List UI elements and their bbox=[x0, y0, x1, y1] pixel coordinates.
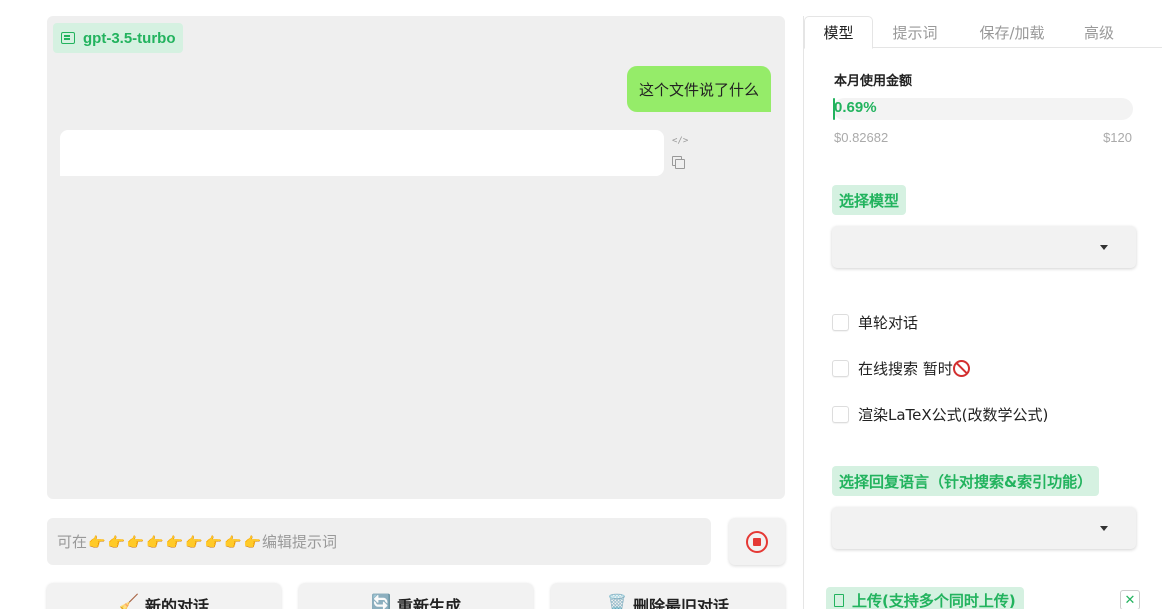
online-search-checkbox[interactable] bbox=[832, 359, 849, 377]
refresh-icon: 🔄 bbox=[371, 593, 391, 609]
new-chat-label: 新的对话 bbox=[144, 597, 209, 609]
chat-bubble-icon bbox=[61, 32, 75, 44]
chevron-down-icon bbox=[1100, 526, 1108, 531]
placeholder-suffix: 编辑提示词 bbox=[261, 533, 337, 551]
option-render-latex[interactable]: 渲染LaTeX公式(改数学公式) bbox=[832, 404, 1048, 424]
model-select-label: 选择模型 bbox=[832, 185, 907, 215]
stop-icon bbox=[746, 530, 768, 553]
render-latex-checkbox[interactable] bbox=[832, 405, 849, 423]
upload-label-text: 上传(支持多个同时上传) bbox=[852, 591, 1016, 609]
language-select-label: 选择回复语言（针对搜索&索引功能） bbox=[832, 466, 1100, 496]
settings-panel: 模型 提示词 保存/加载 高级 本月使用金额 0.69% $0.82682 $1… bbox=[803, 16, 1162, 609]
broom-icon: 🧹 bbox=[119, 593, 139, 609]
message-tools: </> bbox=[672, 134, 688, 169]
tab-bar: 模型 提示词 保存/加载 高级 bbox=[804, 16, 1162, 49]
usage-used: $0.82682 bbox=[834, 130, 889, 145]
prompt-input[interactable]: 可在 👉 👉 👉 👉 👉 👉 👉 👉 👉 编辑提示词 bbox=[47, 518, 711, 565]
option-single-turn[interactable]: 单轮对话 bbox=[832, 312, 918, 332]
usage-title: 本月使用金额 bbox=[834, 74, 913, 89]
tab-model[interactable]: 模型 bbox=[804, 16, 873, 49]
no-entry-icon bbox=[952, 359, 970, 377]
model-badge: gpt-3.5-turbo bbox=[53, 23, 184, 53]
copy-icon[interactable] bbox=[672, 156, 685, 169]
close-upload-button[interactable]: ✕ bbox=[1120, 590, 1140, 609]
render-latex-label: 渲染LaTeX公式(改数学公式) bbox=[858, 405, 1049, 424]
pointing-hand-icon: 👉 bbox=[146, 534, 164, 551]
regenerate-button[interactable]: 🔄 重新生成 bbox=[299, 583, 533, 609]
file-icon bbox=[834, 593, 844, 607]
single-turn-label: 单轮对话 bbox=[858, 313, 919, 332]
pointing-hand-icon: 👉 bbox=[126, 534, 145, 551]
placeholder-prefix: 可在 bbox=[57, 533, 88, 551]
upload-label[interactable]: 上传(支持多个同时上传) bbox=[826, 587, 1024, 609]
pointing-hand-icon: 👉 bbox=[165, 534, 184, 551]
tab-prompt[interactable]: 提示词 bbox=[880, 16, 950, 48]
language-dropdown[interactable] bbox=[832, 507, 1136, 549]
usage-limit: $120 bbox=[1103, 130, 1132, 145]
delete-last-label: 删除最旧对话 bbox=[632, 597, 729, 609]
model-dropdown[interactable] bbox=[832, 226, 1136, 268]
app-root: gpt-3.5-turbo 这个文件说了什么 </> 可在 👉 👉 👉 👉 👉 👉 👉 👉 👉 … bbox=[0, 0, 1162, 609]
tab-advanced[interactable]: 高级 bbox=[1069, 16, 1129, 48]
pointing-hand-icon: 👉 bbox=[88, 534, 106, 551]
pointing-hand-icon: 👉 bbox=[204, 534, 223, 551]
view-raw-code-icon[interactable]: </> bbox=[672, 134, 688, 148]
pointing-hand-icon: 👉 bbox=[107, 534, 125, 551]
pointing-hand-icon: 👉 bbox=[224, 534, 242, 551]
usage-progress-bar bbox=[833, 98, 1133, 120]
option-online-search[interactable]: 在线搜索 暂时 bbox=[832, 358, 970, 378]
pointing-hand-icon: 👉 bbox=[185, 534, 203, 551]
single-turn-checkbox[interactable] bbox=[832, 313, 849, 331]
stop-button[interactable] bbox=[729, 518, 785, 565]
usage-percent: 0.69% bbox=[834, 99, 877, 116]
chat-panel: gpt-3.5-turbo 这个文件说了什么 </> bbox=[47, 16, 785, 499]
pointing-hand-icon: 👉 bbox=[243, 534, 261, 551]
model-name: gpt-3.5-turbo bbox=[83, 29, 176, 47]
tab-save-load[interactable]: 保存/加载 bbox=[967, 16, 1057, 48]
pointing-hands: 👉 👉 👉 👉 👉 👉 👉 👉 👉 bbox=[87, 533, 262, 551]
assistant-message bbox=[60, 130, 664, 176]
new-chat-button[interactable]: 🧹 新的对话 bbox=[47, 583, 281, 609]
regenerate-label: 重新生成 bbox=[396, 597, 461, 609]
trash-icon: 🗑️ bbox=[607, 593, 627, 609]
user-message: 这个文件说了什么 bbox=[626, 66, 771, 112]
delete-last-button[interactable]: 🗑️ 删除最旧对话 bbox=[551, 583, 785, 609]
online-search-label: 在线搜索 暂时 bbox=[858, 359, 953, 378]
chevron-down-icon bbox=[1100, 245, 1108, 250]
